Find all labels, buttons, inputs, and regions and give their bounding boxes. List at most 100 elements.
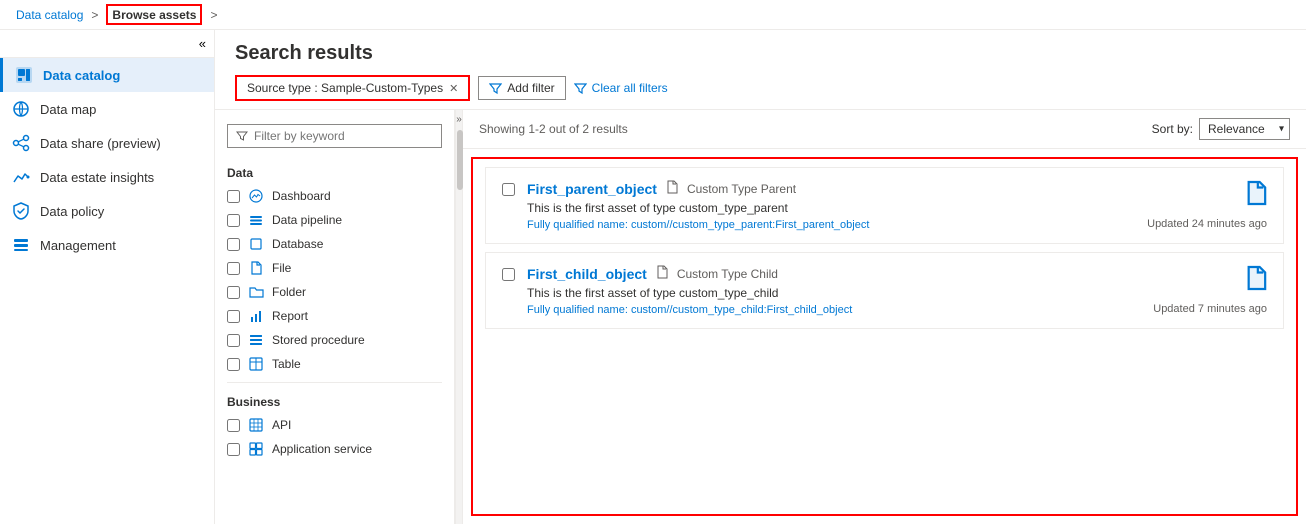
- filter-item-file[interactable]: File: [215, 256, 454, 280]
- sidebar: « Data catalog Data map: [0, 30, 215, 524]
- filter-item-application-service[interactable]: Application service: [215, 437, 454, 461]
- filter-label-folder: Folder: [272, 285, 306, 299]
- results-panel: Showing 1-2 out of 2 results Sort by: Re…: [463, 110, 1306, 524]
- page-title: Search results: [235, 42, 1286, 65]
- stored-procedure-icon: [248, 332, 264, 348]
- api-icon: [248, 417, 264, 433]
- filter-bar: Source type : Sample-Custom-Types ✕ Add …: [235, 75, 1286, 101]
- panel-collapse-icon[interactable]: »: [456, 114, 462, 125]
- data-policy-icon: [12, 202, 30, 220]
- filter-item-database[interactable]: Database: [215, 232, 454, 256]
- result-meta-1: Updated 24 minutes ago: [1137, 180, 1267, 230]
- sidebar-item-data-estate[interactable]: Data estate insights: [0, 160, 214, 194]
- result-type-icon-1: [665, 180, 679, 197]
- result-fqn-1: Fully qualified name: custom//custom_typ…: [527, 219, 1125, 231]
- filter-item-stored-procedure[interactable]: Stored procedure: [215, 328, 454, 352]
- sidebar-item-management[interactable]: Management: [0, 228, 214, 262]
- management-icon: [12, 236, 30, 254]
- breadcrumb-sep1: >: [91, 8, 98, 22]
- active-filter-label: Source type : Sample-Custom-Types: [247, 81, 443, 95]
- filter-keyword-input[interactable]: [254, 129, 433, 143]
- result-title-2[interactable]: First_child_object: [527, 266, 647, 282]
- add-filter-button[interactable]: Add filter: [478, 76, 565, 100]
- breadcrumb-sep2: >: [210, 8, 217, 22]
- result-asset-icon-1: [1245, 180, 1267, 206]
- sidebar-item-label-data-catalog: Data catalog: [43, 68, 120, 83]
- sidebar-item-data-share[interactable]: Data share (preview): [0, 126, 214, 160]
- database-icon: [248, 236, 264, 252]
- result-checkbox-1[interactable]: [502, 183, 515, 196]
- results-count: Showing 1-2 out of 2 results: [479, 122, 628, 136]
- scrollbar-thumb[interactable]: [457, 130, 463, 190]
- filter-label-table: Table: [272, 357, 301, 371]
- filter-item-dashboard[interactable]: Dashboard: [215, 184, 454, 208]
- filter-item-table[interactable]: Table: [215, 352, 454, 376]
- filter-divider: [227, 382, 442, 383]
- sidebar-item-data-map[interactable]: Data map: [0, 92, 214, 126]
- filter-label-file: File: [272, 261, 291, 275]
- clear-filter-icon: [574, 82, 587, 95]
- result-checkbox-2[interactable]: [502, 268, 515, 281]
- filter-label-application-service: Application service: [272, 442, 372, 456]
- clear-filters-button[interactable]: Clear all filters: [574, 81, 668, 95]
- breadcrumb-current[interactable]: Browse assets: [112, 8, 196, 22]
- filter-checkbox-file[interactable]: [227, 262, 240, 275]
- filter-checkbox-folder[interactable]: [227, 286, 240, 299]
- report-icon: [248, 308, 264, 324]
- result-meta-2: Updated 7 minutes ago: [1137, 265, 1267, 315]
- data-pipeline-icon: [248, 212, 264, 228]
- filter-label-stored-procedure: Stored procedure: [272, 333, 365, 347]
- data-catalog-icon: [15, 66, 33, 84]
- filter-search-box[interactable]: [227, 124, 442, 148]
- filter-section-data-title: Data: [215, 160, 454, 184]
- filter-checkbox-application-service[interactable]: [227, 443, 240, 456]
- filter-label-report: Report: [272, 309, 308, 323]
- result-title-row-2: First_child_object Custom Type Child: [527, 265, 1125, 282]
- filter-checkbox-data-pipeline[interactable]: [227, 214, 240, 227]
- filter-item-api[interactable]: API: [215, 413, 454, 437]
- results-header: Showing 1-2 out of 2 results Sort by: Re…: [463, 110, 1306, 149]
- result-description-2: This is the first asset of type custom_t…: [527, 286, 1125, 300]
- filter-panel: Data Dashboard: [215, 110, 455, 524]
- breadcrumb-current-box: Browse assets: [106, 4, 202, 25]
- vertical-scrollbar[interactable]: »: [455, 110, 463, 524]
- breadcrumb-bar: Data catalog > Browse assets >: [0, 0, 1306, 30]
- filter-checkbox-api[interactable]: [227, 419, 240, 432]
- result-description-1: This is the first asset of type custom_t…: [527, 201, 1125, 215]
- filter-close-icon[interactable]: ✕: [449, 82, 458, 95]
- file-icon: [248, 260, 264, 276]
- filter-label-dashboard: Dashboard: [272, 189, 331, 203]
- sidebar-item-label-data-estate: Data estate insights: [40, 170, 154, 185]
- sidebar-item-data-policy[interactable]: Data policy: [0, 194, 214, 228]
- filter-item-data-pipeline[interactable]: Data pipeline: [215, 208, 454, 232]
- filter-checkbox-stored-procedure[interactable]: [227, 334, 240, 347]
- table-icon: [248, 356, 264, 372]
- filter-label-data-pipeline: Data pipeline: [272, 213, 342, 227]
- filter-label-api: API: [272, 418, 291, 432]
- dashboard-icon: [248, 188, 264, 204]
- filter-checkbox-report[interactable]: [227, 310, 240, 323]
- filter-checkbox-table[interactable]: [227, 358, 240, 371]
- filter-label-database: Database: [272, 237, 323, 251]
- result-card-1[interactable]: First_parent_object Custom Type Parent T…: [485, 167, 1284, 244]
- content-body: Data Dashboard: [215, 110, 1306, 524]
- sidebar-item-label-data-policy: Data policy: [40, 204, 104, 219]
- result-title-1[interactable]: First_parent_object: [527, 181, 657, 197]
- add-filter-icon: [489, 82, 502, 95]
- sidebar-item-data-catalog[interactable]: Data catalog: [0, 58, 214, 92]
- filter-item-report[interactable]: Report: [215, 304, 454, 328]
- result-content-1: First_parent_object Custom Type Parent T…: [527, 180, 1125, 231]
- sidebar-collapse-btn[interactable]: «: [0, 30, 214, 58]
- result-card-2[interactable]: First_child_object Custom Type Child Thi…: [485, 252, 1284, 329]
- sort-label: Sort by:: [1152, 122, 1193, 136]
- result-title-row-1: First_parent_object Custom Type Parent: [527, 180, 1125, 197]
- sidebar-item-label-management: Management: [40, 238, 116, 253]
- filter-checkbox-dashboard[interactable]: [227, 190, 240, 203]
- sort-select[interactable]: Relevance Name Updated: [1199, 118, 1290, 140]
- filter-checkbox-database[interactable]: [227, 238, 240, 251]
- breadcrumb-parent[interactable]: Data catalog: [16, 8, 83, 22]
- active-filter-tag[interactable]: Source type : Sample-Custom-Types ✕: [235, 75, 470, 101]
- filter-item-folder[interactable]: Folder: [215, 280, 454, 304]
- sort-control: Sort by: Relevance Name Updated: [1152, 118, 1290, 140]
- data-estate-icon: [12, 168, 30, 186]
